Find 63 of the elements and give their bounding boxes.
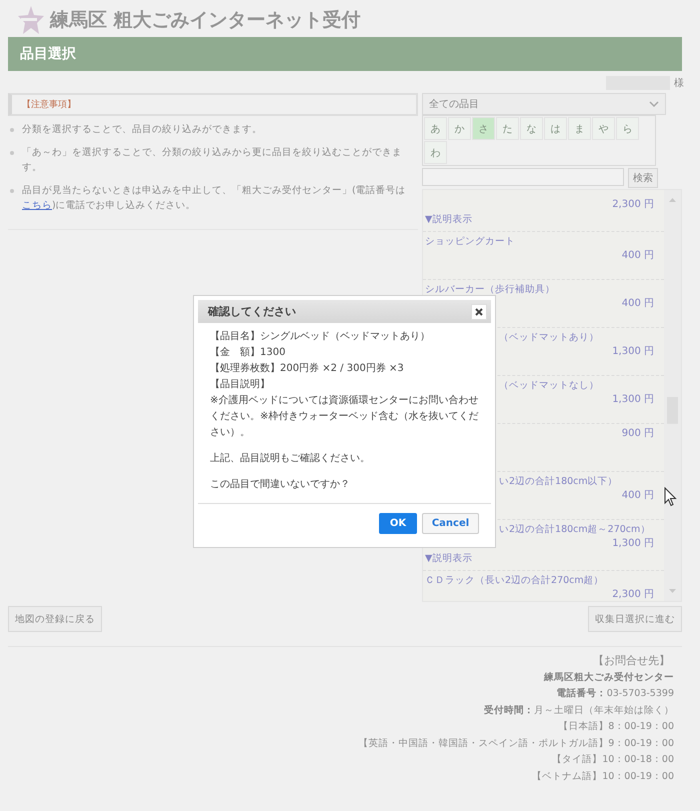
kana-filter-button[interactable]: わ [424,141,447,164]
back-button[interactable]: 地図の登録に戻る [8,606,102,632]
search-field[interactable] [422,168,624,186]
kana-filter-button[interactable]: や [592,117,615,140]
item-price: 1,300 円 [612,393,655,407]
dialog-text: 【品目説明】 [210,378,271,392]
item-name[interactable]: ＣＤラック（長い2辺の合計270cm超） [425,574,604,588]
item-price: 900 円 [622,427,655,441]
close-button[interactable] [471,304,487,320]
next-button[interactable]: 収集日選択に進む [588,606,682,632]
kana-filter-button[interactable]: か [448,117,471,140]
notes-heading: 【注意事項】 [8,93,418,116]
phone-link[interactable]: こちら [22,200,52,211]
dialog-text: 【処理券枚数】200円券 ×2 / 300円券 ×3 [210,362,405,376]
item-price: 1,300 円 [612,537,655,551]
ok-button[interactable]: OK [379,513,417,534]
cancel-button[interactable]: Cancel [422,513,479,534]
star-arrow-logo-icon [18,6,44,34]
contact-line: 受付時間：月～土曜日（年末年始は除く） [484,704,674,718]
kana-filter-button[interactable]: ら [616,117,639,140]
category-select[interactable]: 全ての品目 [422,93,666,115]
dialog-text: ※介護用ベッドについては資源循環センターにお問い合わせください。※枠付きウォーターベッド含む（水を抜いてください）。 [210,394,480,440]
dialog-text: この品目で間違いないですか？ [210,478,351,492]
item-price: 400 円 [622,489,655,503]
note-text: 「あ～わ」を選択することで、分類の絞り込みから更に品目を絞り込むことができます。 [22,146,403,175]
item-price: 1,300 円 [612,345,655,359]
contact-line: 【お問合せ先】 [593,653,671,669]
item-price: 400 円 [622,249,655,263]
contact-line: 【日本語】8：00-19：00 [558,720,674,734]
page-title: 品目選択 [20,45,76,63]
contact-line: 【ベトナム語】10：00-19：00 [532,770,674,784]
item-price: 2,300 円 [612,588,655,601]
dialog-text: 【品目名】シングルベッド（ベッドマットあり） [210,330,431,344]
item-name[interactable]: シルバーカー（歩行補助具） [425,283,555,297]
bullet-icon [10,128,14,132]
contact-line: 練馬区粗大ごみ受付センター [544,670,674,684]
note-text: 分類を選択することで、品目の絞り込みができます。 [22,123,262,137]
close-icon [475,308,483,316]
honorific-label: 様 [674,76,684,90]
mouse-pointer-icon [664,487,677,507]
item-price: 400 円 [622,297,655,311]
contact-line: 【タイ語】10：00-18：00 [552,753,674,767]
item-name[interactable]: ショッピングカート [425,235,515,249]
dialog-text: 上記、品目説明もご確認ください。 [210,452,371,466]
search-button[interactable]: 検索 [628,168,658,188]
dialog-text: 【金 額】1300 [210,346,286,360]
contact-line: 【英語・中国語・韓国語・スペイン語・ポルトガル語】9：00-19：00 [358,736,674,750]
item-price: 2,300 円 [612,198,655,212]
kana-filter-button[interactable]: さ [472,117,495,140]
contact-line: 電話番号：03-5703-5399 [556,686,674,701]
dialog-title: 確認してください [208,304,296,319]
note-text: 品目が見当たらないときは申込みを中止して、「粗大ごみ受付センター」(電話番号は こちら)に電話でお申し込みください。 [22,184,407,213]
chevron-down-icon [649,101,659,107]
kana-filter-button[interactable]: は [544,117,567,140]
show-description-link[interactable]: ▼説明表示 [425,551,472,567]
kana-filter-button[interactable]: な [520,117,543,140]
bullet-icon [10,151,14,155]
kana-filter-button[interactable]: ま [568,117,591,140]
kana-filter-button[interactable]: た [496,117,519,140]
kana-filter-button[interactable]: あ [424,117,447,140]
bullet-icon [10,189,14,193]
site-title: 練馬区 粗大ごみインターネット受付 [50,8,361,33]
show-description-link[interactable]: ▼説明表示 [425,212,472,228]
